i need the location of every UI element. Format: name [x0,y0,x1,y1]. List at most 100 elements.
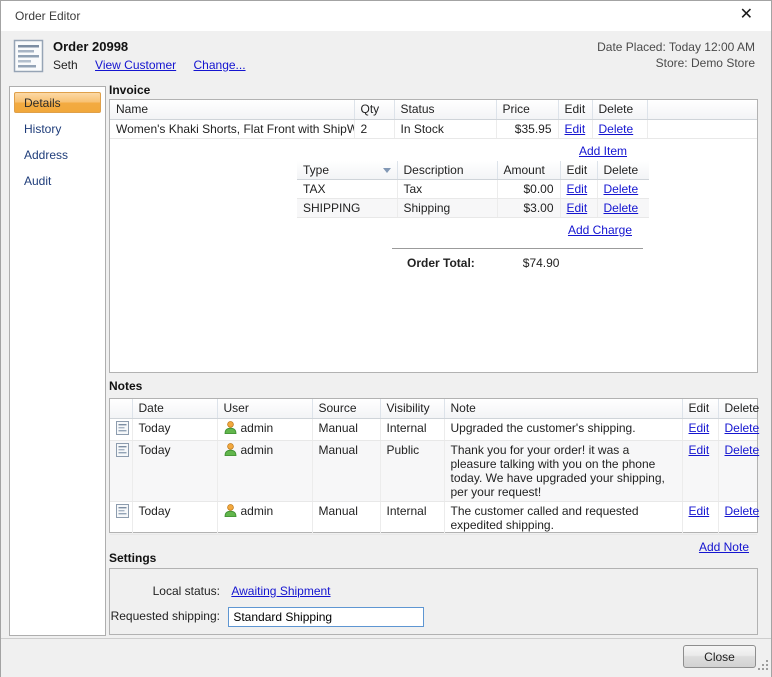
col-qty[interactable]: Qty [354,100,394,119]
notes-section-title: Notes [109,379,142,393]
order-total-row: Order Total: $74.90 [392,248,643,270]
note-delete-link[interactable]: Delete [725,421,760,435]
col-note[interactable]: Note [444,399,682,418]
sidebar-item-audit[interactable]: Audit [14,170,101,191]
item-price: $35.95 [496,119,558,138]
col-status[interactable]: Status [394,100,496,119]
note-document-icon [116,443,129,460]
title-bar: Order Editor ✕ [1,1,771,31]
charge-type: SHIPPING [297,199,397,218]
charge-type: TAX [297,180,397,199]
order-total-label: Order Total: [392,256,475,270]
col-edit[interactable]: Edit [560,161,597,180]
local-status-link[interactable]: Awaiting Shipment [231,584,330,598]
note-date: Today [132,501,217,534]
change-customer-link[interactable]: Change... [194,58,246,72]
user-icon [224,504,237,520]
order-total-value: $74.90 [523,256,560,270]
notes-table: Date User Source Visibility Note Edit De… [110,399,757,535]
item-qty: 2 [354,119,394,138]
note-row: Today admin Manual Public Thank you for … [110,440,757,501]
sidebar: Details History Address Audit [9,86,106,636]
note-user: admin [241,421,274,435]
col-delete[interactable]: Delete [718,399,757,418]
charge-row: SHIPPING Shipping $3.00 Edit Delete [297,199,649,218]
col-visibility[interactable]: Visibility [380,399,444,418]
footer-bar: Close [1,638,771,677]
note-delete-link[interactable]: Delete [725,504,760,518]
note-edit-link[interactable]: Edit [689,421,710,435]
note-date: Today [132,418,217,440]
note-text: Upgraded the customer's shipping. [444,418,682,440]
invoice-panel: Name Qty Status Price Edit Delete Women'… [109,99,758,373]
charge-delete-link[interactable]: Delete [604,182,639,196]
add-item-link[interactable]: Add Item [579,144,627,158]
notes-panel: Date User Source Visibility Note Edit De… [109,398,758,533]
note-user: admin [241,504,274,518]
notes-header-row: Date User Source Visibility Note Edit De… [110,399,757,418]
user-icon [224,421,237,437]
sidebar-item-details[interactable]: Details [14,92,101,113]
order-meta: Date Placed: Today 12:00 AM Store: Demo … [597,39,755,71]
col-description[interactable]: Description [397,161,497,180]
item-delete-link[interactable]: Delete [599,122,634,136]
note-user: admin [241,443,274,457]
order-number-title: Order 20998 [53,39,128,54]
item-status: In Stock [394,119,496,138]
col-filler [647,100,757,119]
resize-grip-icon[interactable] [757,659,769,674]
charge-amount: $3.00 [497,199,560,218]
col-date[interactable]: Date [132,399,217,418]
charge-edit-link[interactable]: Edit [567,201,588,215]
view-customer-link[interactable]: View Customer [95,58,176,72]
invoice-section-title: Invoice [109,83,150,97]
invoice-item-row: Women's Khaki Shorts, Flat Front with Sh… [110,119,757,138]
close-icon[interactable]: ✕ [736,5,757,25]
col-user[interactable]: User [217,399,312,418]
sort-desc-icon [383,168,391,173]
store-name: Store: Demo Store [597,55,755,71]
note-source: Manual [312,440,380,501]
requested-shipping-input[interactable] [228,607,424,627]
note-source: Manual [312,501,380,534]
local-status-row: Local status: Awaiting Shipment [110,581,331,603]
order-header: Order 20998 Seth View Customer Change...… [1,31,771,83]
note-text: The customer called and requested expedi… [444,501,682,534]
note-delete-link[interactable]: Delete [725,443,760,457]
note-source: Manual [312,418,380,440]
col-delete[interactable]: Delete [592,100,647,119]
charge-amount: $0.00 [497,180,560,199]
col-edit[interactable]: Edit [558,100,592,119]
col-edit[interactable]: Edit [682,399,718,418]
sidebar-item-history[interactable]: History [14,118,101,139]
close-button[interactable]: Close [683,645,756,668]
item-name: Women's Khaki Shorts, Flat Front with Sh… [110,119,354,138]
date-placed: Date Placed: Today 12:00 AM [597,39,755,55]
charge-delete-link[interactable]: Delete [604,201,639,215]
item-edit-link[interactable]: Edit [565,122,586,136]
requested-shipping-label: Requested shipping: [110,606,220,626]
col-type[interactable]: Type [297,161,397,180]
order-editor-dialog: Order Editor ✕ Order 20998 Seth View Cus… [0,0,772,677]
user-icon [224,443,237,459]
col-price[interactable]: Price [496,100,558,119]
note-edit-link[interactable]: Edit [689,504,710,518]
sidebar-item-address[interactable]: Address [14,144,101,165]
settings-panel: Local status: Awaiting Shipment Requeste… [109,568,758,635]
col-delete[interactable]: Delete [597,161,649,180]
note-visibility: Public [380,440,444,501]
col-amount[interactable]: Amount [497,161,560,180]
window-title: Order Editor [15,9,80,23]
requested-shipping-row: Requested shipping: [110,606,424,628]
charges-table: Type Description Amount Edit Delete TAX … [297,161,649,219]
charge-edit-link[interactable]: Edit [567,182,588,196]
col-name[interactable]: Name [110,100,354,119]
col-source[interactable]: Source [312,399,380,418]
local-status-label: Local status: [110,581,220,601]
add-note-link[interactable]: Add Note [699,540,749,554]
order-document-icon [13,39,45,76]
note-edit-link[interactable]: Edit [689,443,710,457]
settings-section-title: Settings [109,551,156,565]
add-charge-link[interactable]: Add Charge [568,223,632,237]
charge-description: Tax [397,180,497,199]
